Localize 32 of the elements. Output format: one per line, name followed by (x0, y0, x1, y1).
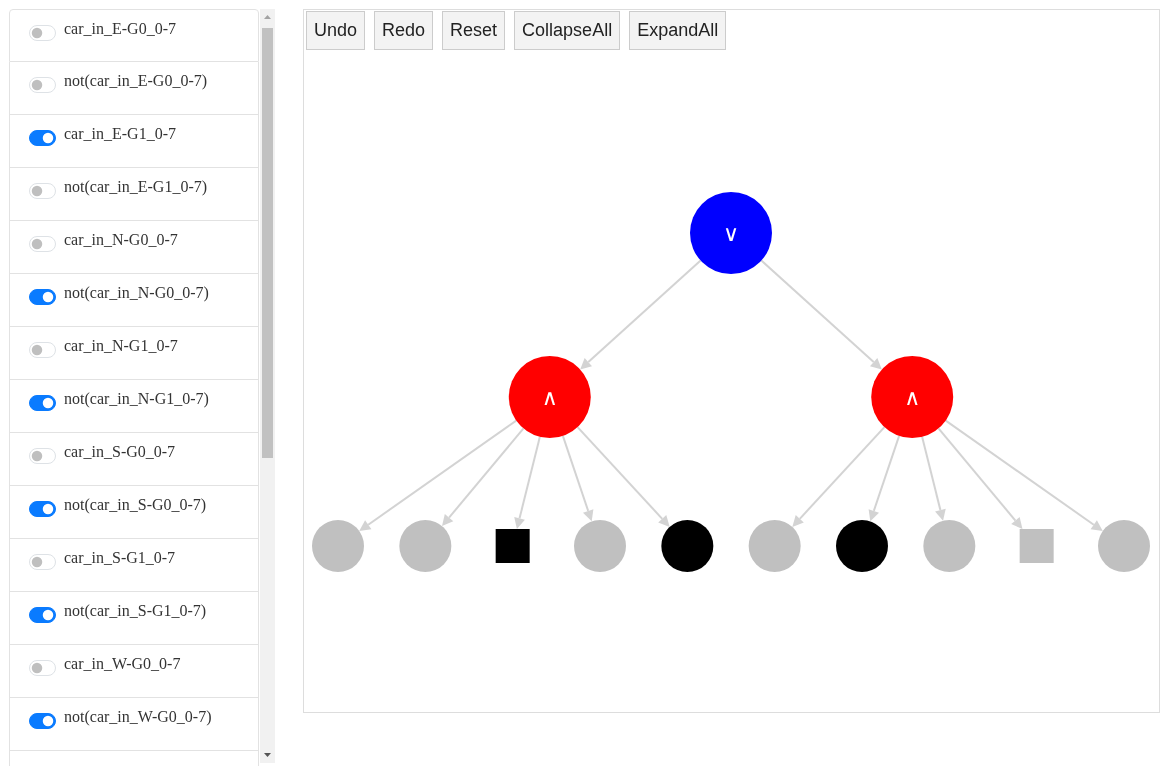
toggle-label: not(car_in_S-G0_0-7) (64, 495, 207, 516)
scroll-down-icon[interactable] (264, 753, 271, 757)
toggle-switch[interactable] (29, 130, 56, 146)
toggle-label: car_in_S-G0_0-7 (64, 442, 176, 462)
toggle-label: car_in_N-G1_0-7 (64, 336, 178, 356)
toggle-switch[interactable] (29, 289, 56, 305)
node-label: ∨ (722, 220, 740, 246)
toolbar-button[interactable]: Reset (442, 11, 506, 50)
toggle-label: car_in_N-G0_0-7 (64, 230, 178, 250)
toggle-label: car_in_S-G1_0-7 (64, 548, 176, 568)
toggle-label: car_in_E-G1_0-7 (64, 124, 176, 144)
scrollbar[interactable] (260, 9, 275, 763)
toggle-label: not(car_in_N-G0_0-7) (64, 283, 209, 304)
toolbar-button[interactable]: Redo (374, 11, 434, 50)
toggle-label: not(car_in_E-G1_0-7) (64, 177, 208, 198)
toggle-switch[interactable] (29, 501, 56, 517)
toggle-label: not(car_in_S-G1_0-7) (64, 601, 207, 622)
toolbar-button[interactable]: ExpandAll (629, 11, 727, 50)
toggle-switch[interactable] (29, 395, 56, 411)
toggle-label: car_in_W-G0_0-7 (64, 654, 181, 674)
toggle-switch[interactable] (29, 713, 56, 729)
node-label: ∧ (541, 384, 558, 410)
toolbar-button[interactable]: CollapseAll (514, 11, 621, 50)
toolbar-button[interactable]: Undo (306, 11, 366, 50)
toggle-switch[interactable] (29, 607, 56, 623)
toggle-label: not(car_in_W-G0_0-7) (64, 707, 212, 727)
toggle-label: not(car_in_N-G1_0-7) (64, 389, 209, 410)
node-label: ∧ (904, 384, 921, 410)
toggle-label: car_in_E-G0_0-7 (64, 19, 176, 39)
scrollbar-thumb[interactable] (262, 28, 273, 458)
scroll-up-icon[interactable] (264, 15, 271, 19)
toggle-label: not(car_in_E-G0_0-7) (64, 71, 208, 92)
